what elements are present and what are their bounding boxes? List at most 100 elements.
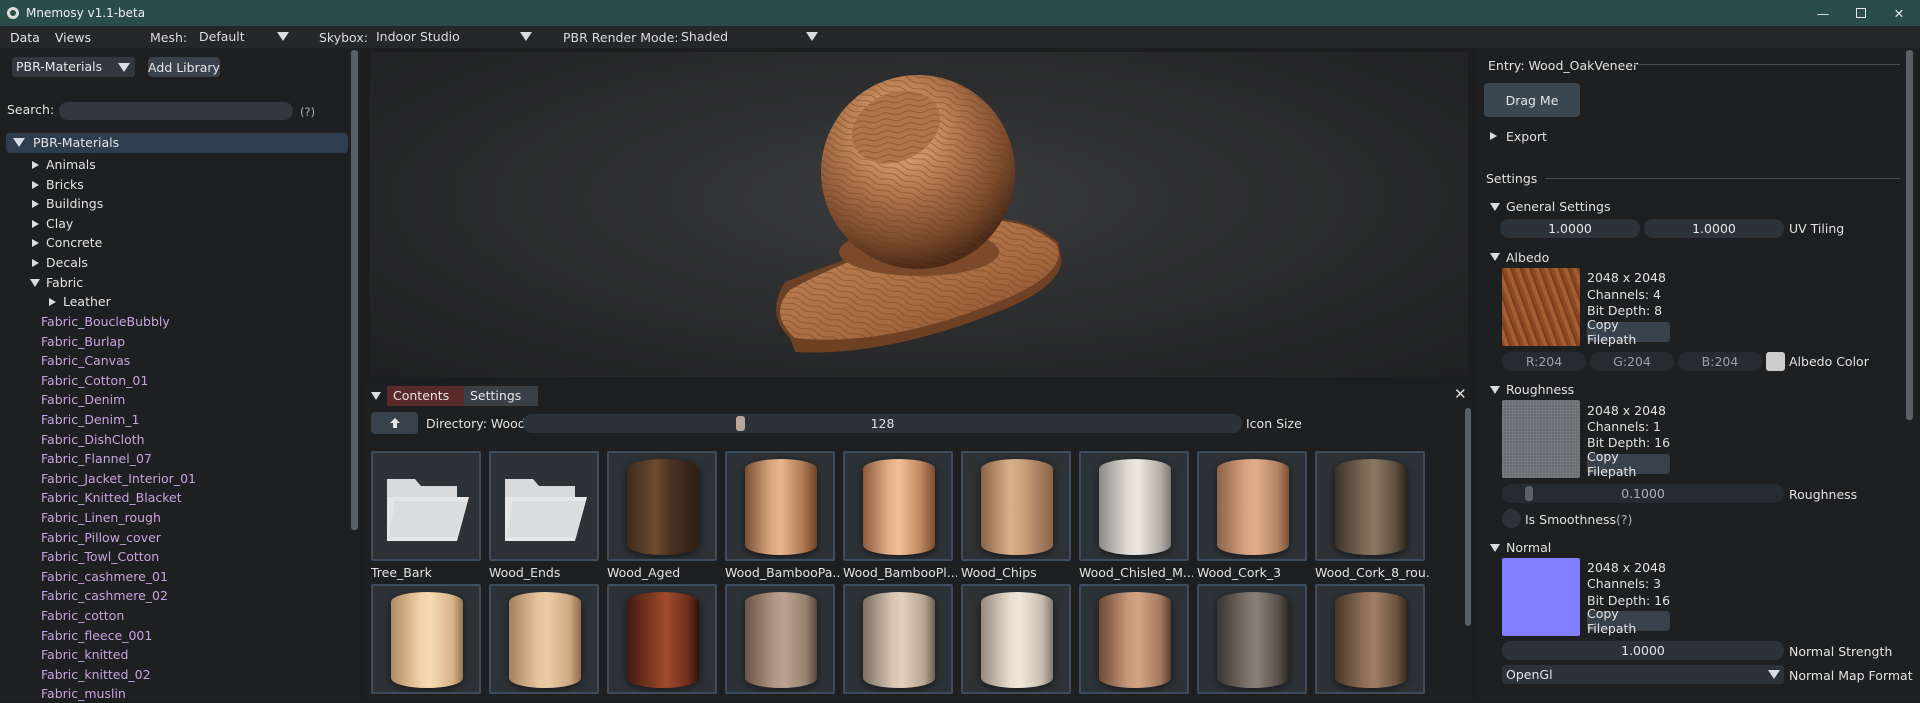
directory-up-button[interactable] [371, 412, 418, 434]
3d-viewport[interactable] [370, 52, 1468, 377]
material-tile[interactable] [725, 451, 835, 561]
normal-copy-filepath-button[interactable]: Copy Filepath [1587, 606, 1670, 636]
is-smoothness-checkbox[interactable] [1502, 509, 1521, 528]
tile-label: Wood_Chips [961, 565, 1037, 580]
skybox-select[interactable]: Indoor Studio [374, 27, 536, 46]
close-window-button[interactable]: ✕ [1876, 0, 1920, 26]
export-section[interactable]: Export [1506, 129, 1547, 144]
material-tile[interactable] [607, 584, 717, 694]
directory-label: Directory: Wood [426, 416, 526, 431]
uv-tiling-x-input[interactable]: 1.0000 [1500, 219, 1640, 238]
add-library-button[interactable]: Add Library [148, 57, 220, 77]
normal-format-select[interactable]: OpenGl [1502, 665, 1784, 684]
folder-tile[interactable] [489, 451, 599, 561]
library-select[interactable]: PBR-Materials [12, 57, 135, 77]
general-settings-header[interactable]: General Settings [1506, 199, 1611, 214]
material-tile[interactable] [1197, 584, 1307, 694]
uv-tiling-y-input[interactable]: 1.0000 [1644, 219, 1784, 238]
normal-header[interactable]: Normal [1506, 540, 1551, 555]
list-item[interactable]: Fabric_muslin [41, 684, 126, 703]
roughness-copy-filepath-button[interactable]: Copy Filepath [1587, 449, 1670, 479]
icon-size-slider[interactable]: 128 [523, 414, 1242, 433]
albedo-copy-filepath-button[interactable]: Copy Filepath [1587, 317, 1670, 347]
material-preview-cylinder [509, 592, 581, 688]
albedo-color-swatch[interactable] [1766, 352, 1785, 371]
material-tile[interactable] [1079, 451, 1189, 561]
normal-resolution: 2048 x 2048 [1587, 560, 1666, 575]
menu-data[interactable]: Data [0, 30, 40, 45]
list-item[interactable]: Fabric_Denim [41, 390, 125, 409]
material-tile[interactable] [1079, 584, 1189, 694]
collapse-browser-icon[interactable] [371, 392, 381, 400]
list-item[interactable]: Fabric_Burlap [41, 332, 125, 351]
tree-root-row[interactable]: PBR-Materials [6, 133, 348, 153]
list-item[interactable]: Fabric_fleece_001 [41, 626, 152, 645]
list-item[interactable]: Fabric_Pillow_cover [41, 528, 161, 547]
roughness-texture-thumbnail[interactable] [1502, 400, 1580, 478]
roughness-header[interactable]: Roughness [1506, 382, 1574, 397]
list-item[interactable]: Fabric_cotton [41, 606, 124, 625]
list-item[interactable]: Fabric_knitted_02 [41, 665, 151, 684]
albedo-bit-depth: Bit Depth: 8 [1587, 303, 1663, 318]
inspector-scrollbar[interactable] [1906, 50, 1913, 420]
chevron-down-icon [520, 32, 532, 41]
list-item[interactable]: Fabric_cashmere_02 [41, 586, 168, 605]
albedo-r-input[interactable]: R:204 [1502, 352, 1586, 371]
list-item[interactable]: Fabric_Jacket_Interior_01 [41, 469, 196, 488]
search-help[interactable]: (?) [300, 105, 315, 119]
albedo-g-input[interactable]: G:204 [1590, 352, 1674, 371]
render-mode-select[interactable]: Shaded [679, 27, 821, 46]
library-scrollbar[interactable] [351, 50, 358, 530]
list-item[interactable]: Fabric_Towl_Cotton [41, 547, 159, 566]
material-tile[interactable] [1315, 451, 1425, 561]
material-tile[interactable] [961, 584, 1071, 694]
material-tile[interactable] [843, 584, 953, 694]
render-mode-label: PBR Render Mode: [563, 30, 679, 45]
close-browser-icon[interactable]: ✕ [1454, 385, 1467, 403]
list-item[interactable]: Fabric_knitted [41, 645, 128, 664]
list-item[interactable]: Fabric_Canvas [41, 351, 130, 370]
material-tile[interactable] [843, 451, 953, 561]
folder-label: Buildings [46, 196, 104, 211]
list-item[interactable]: Fabric_Linen_rough [41, 508, 161, 527]
app-logo-icon [7, 7, 19, 19]
mesh-select[interactable]: Default [197, 27, 289, 46]
material-tile[interactable] [489, 584, 599, 694]
is-smoothness-label: Is Smoothness [1525, 512, 1617, 527]
search-input[interactable] [59, 102, 293, 120]
slider-handle[interactable] [1524, 486, 1533, 501]
albedo-b-input[interactable]: B:204 [1678, 352, 1762, 371]
list-item[interactable]: Fabric_Knitted_Blacket [41, 488, 182, 507]
normal-texture-thumbnail[interactable] [1502, 558, 1580, 636]
normal-format-label: Normal Map Format [1789, 668, 1913, 683]
is-smoothness-help[interactable]: (?) [1616, 512, 1632, 527]
albedo-channels: Channels: 4 [1587, 287, 1661, 302]
tab-settings[interactable]: Settings [464, 386, 538, 406]
albedo-texture-thumbnail[interactable] [1502, 268, 1580, 346]
tile-label: Wood_Chisled_M... [1079, 565, 1193, 580]
list-item[interactable]: Fabric_Flannel_07 [41, 449, 152, 468]
normal-format-value: OpenGl [1506, 667, 1553, 682]
chevron-down-icon [1490, 544, 1500, 552]
drag-me-button[interactable]: Drag Me [1484, 83, 1580, 117]
icon-size-label: Icon Size [1246, 416, 1302, 431]
roughness-slider[interactable]: 0.1000 [1502, 484, 1784, 503]
list-item[interactable]: Fabric_Denim_1 [41, 410, 139, 429]
list-item[interactable]: Fabric_cashmere_01 [41, 567, 168, 586]
tile-label: Tree_Bark [371, 565, 432, 580]
list-item[interactable]: Fabric_DishCloth [41, 430, 145, 449]
tab-contents[interactable]: Contents [387, 386, 465, 406]
albedo-header[interactable]: Albedo [1506, 250, 1549, 265]
material-tile[interactable] [371, 584, 481, 694]
material-tile[interactable] [725, 584, 835, 694]
material-tile[interactable] [607, 451, 717, 561]
menu-views[interactable]: Views [40, 30, 91, 45]
material-tile[interactable] [1197, 451, 1307, 561]
list-item[interactable]: Fabric_BoucleBubbly [41, 312, 170, 331]
normal-strength-input[interactable]: 1.0000 [1502, 641, 1784, 660]
material-tile[interactable] [961, 451, 1071, 561]
folder-tile[interactable] [371, 451, 481, 561]
list-item[interactable]: Fabric_Cotton_01 [41, 371, 148, 390]
material-tile[interactable] [1315, 584, 1425, 694]
browser-scrollbar[interactable] [1465, 408, 1471, 626]
